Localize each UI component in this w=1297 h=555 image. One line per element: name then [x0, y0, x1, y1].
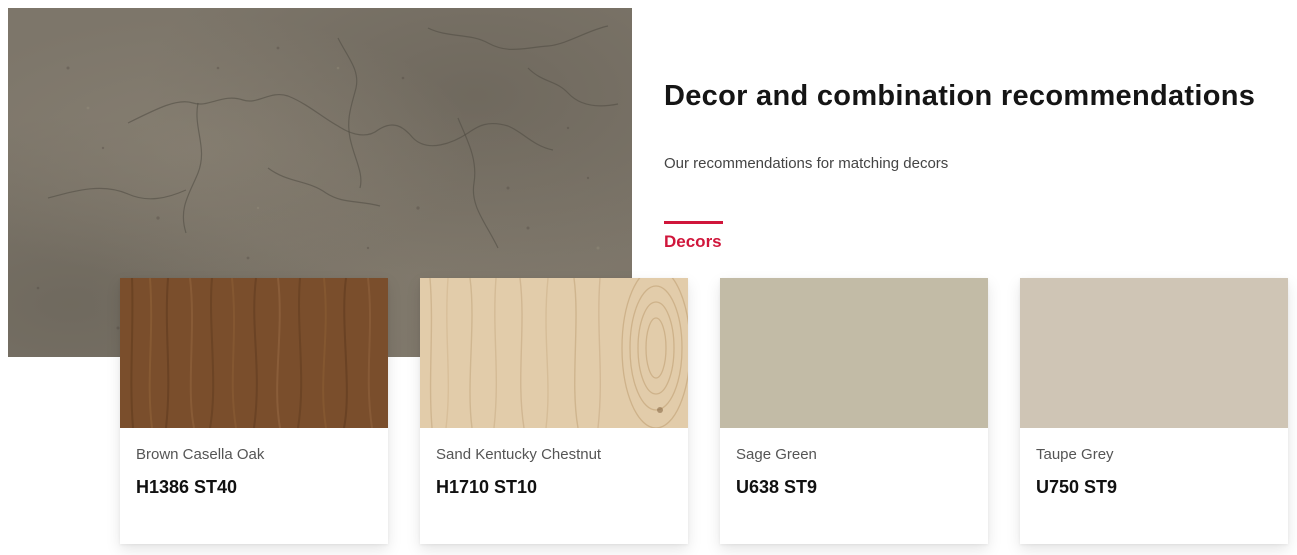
decor-swatch-image	[120, 278, 388, 428]
decor-swatch-color	[720, 278, 988, 428]
decor-code: U638 ST9	[736, 477, 818, 497]
decor-name: Sage Green	[736, 446, 817, 463]
section-title: Decor and combination recommendations	[664, 80, 1256, 112]
decor-name: Taupe Grey	[1036, 446, 1114, 463]
tab-decors[interactable]: Decors	[664, 221, 723, 252]
decor-name: Brown Casella Oak	[136, 446, 265, 463]
decor-swatch-color	[1020, 278, 1288, 428]
decor-name: Sand Kentucky Chestnut	[436, 446, 602, 463]
decor-card-brown-casella-oak[interactable]: Brown Casella Oak H1386 ST40	[120, 278, 388, 544]
decor-code: H1710 ST10	[436, 477, 538, 497]
decor-card-taupe-grey[interactable]: Taupe Grey U750 ST9	[1020, 278, 1288, 544]
decor-card-sand-kentucky-chestnut[interactable]: Sand Kentucky Chestnut H1710 ST10	[420, 278, 688, 544]
decor-code: U750 ST9	[1036, 477, 1118, 497]
decor-code: H1386 ST40	[136, 477, 238, 497]
decor-swatch-image	[420, 278, 688, 428]
decor-card-sage-green[interactable]: Sage Green U638 ST9	[720, 278, 988, 544]
section-subtitle: Our recommendations for matching decors	[664, 155, 949, 172]
